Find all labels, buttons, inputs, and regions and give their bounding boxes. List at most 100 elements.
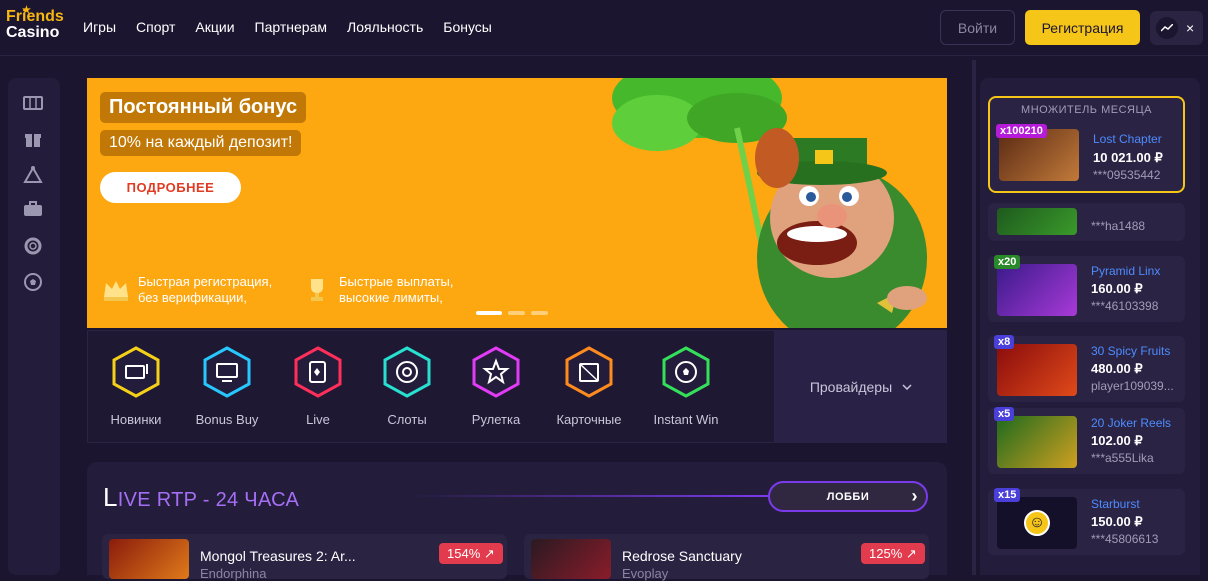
category-card-games[interactable]: Карточные <box>549 346 629 427</box>
win-user: ***a555Lika <box>1091 451 1154 465</box>
game-thumbnail: ☺ <box>997 497 1077 549</box>
multiplier-badge: x20 <box>994 255 1021 269</box>
feature-payouts-line1: Быстрые выплаты, <box>339 274 454 289</box>
category-live-label: Live <box>306 412 330 427</box>
nav-games[interactable]: Игры <box>83 19 116 35</box>
logo-star-icon: ★ <box>22 5 31 16</box>
banner-dot-3[interactable] <box>531 311 548 315</box>
slot-machine-icon <box>112 346 160 398</box>
category-slots-label: Слоты <box>387 412 427 427</box>
main-nav: Игры Спорт Акции Партнерам Лояльность Бо… <box>83 19 492 35</box>
nav-partners[interactable]: Партнерам <box>255 19 327 35</box>
briefcase-icon[interactable] <box>22 201 44 221</box>
gift-icon[interactable] <box>22 130 44 150</box>
feature-payouts: Быстрые выплаты, высокие лимиты, <box>303 274 453 306</box>
banner-more-button[interactable]: ПОДРОБНЕЕ <box>100 172 241 203</box>
live-rtp-title-rest: IVE RTP - 24 ЧАСА <box>117 489 300 511</box>
live-rtp-title: LIVE RTP - 24 ЧАСА <box>103 482 299 513</box>
lobby-button[interactable]: ЛОББИ › <box>768 481 928 512</box>
category-card-games-label: Карточные <box>556 412 622 427</box>
ball-icon <box>662 346 710 398</box>
lifebuoy-icon[interactable] <box>22 237 44 257</box>
smiley-icon: ☺ <box>1024 510 1050 536</box>
live-rtp-section: LIVE RTP - 24 ЧАСА ЛОББИ › Mongol Treasu… <box>87 462 947 581</box>
top-header: ★ Friends Casino Игры Спорт Акции Партне… <box>0 0 1208 56</box>
win-amount: 150.00 ₽ <box>1091 514 1143 529</box>
win-game-name[interactable]: Starburst <box>1091 497 1140 511</box>
nav-promos[interactable]: Акции <box>195 19 234 35</box>
nav-sport[interactable]: Спорт <box>136 19 175 35</box>
cards-icon <box>294 346 342 398</box>
game-thumbnail <box>109 539 189 579</box>
login-button[interactable]: Войти <box>940 10 1015 45</box>
category-bonus-buy[interactable]: Bonus Buy <box>187 346 267 427</box>
month-multiplier-card[interactable]: МНОЖИТЕЛЬ МЕСЯЦА x100210 Lost Chapter 10… <box>988 96 1185 193</box>
nav-loyalty[interactable]: Лояльность <box>347 19 423 35</box>
win-user: player109039... <box>1091 379 1174 393</box>
win-game-name[interactable]: 20 Joker Reels <box>1091 416 1171 430</box>
banner-dot-1[interactable] <box>476 311 502 315</box>
banner-pagination <box>476 311 548 315</box>
banner-subtitle: 10% на каждый депозит! <box>100 130 302 156</box>
tv-icon <box>203 346 251 398</box>
win-amount: 10 021.00 ₽ <box>1093 150 1163 165</box>
category-new-label: Новинки <box>110 412 162 427</box>
game-provider: Endorphina <box>200 566 267 581</box>
multiplier-badge: x5 <box>994 407 1015 421</box>
win-user: ***45806613 <box>1091 532 1159 546</box>
close-icon[interactable]: × <box>1186 20 1194 36</box>
win-game-name[interactable]: Lost Chapter <box>1093 132 1162 146</box>
win-card[interactable]: x5 20 Joker Reels 102.00 ₽ ***a555Lika <box>988 407 1185 474</box>
chevron-down-icon <box>902 383 912 390</box>
banner-dot-2[interactable] <box>508 311 525 315</box>
feature-registration-line1: Быстрая регистрация, <box>138 274 273 289</box>
nav-bonuses[interactable]: Бонусы <box>443 19 492 35</box>
game-name: Redrose Sanctuary <box>622 548 742 564</box>
win-amount: 480.00 ₽ <box>1091 361 1143 376</box>
site-logo[interactable]: ★ Friends Casino <box>6 5 64 47</box>
win-user: ***09535442 <box>1093 168 1161 182</box>
win-card[interactable]: ☺ x15 Starburst 150.00 ₽ ***45806613 <box>988 488 1185 555</box>
feature-payouts-line2: высокие лимиты, <box>339 290 443 305</box>
multiplier-badge: x15 <box>994 488 1021 502</box>
rtp-game-card[interactable]: Mongol Treasures 2: Ar... Endorphina 154… <box>102 534 507 581</box>
register-button[interactable]: Регистрация <box>1025 10 1140 45</box>
win-card[interactable]: ***ha1488 <box>988 203 1185 241</box>
category-bonus-buy-label: Bonus Buy <box>195 412 259 427</box>
soccer-ball-icon[interactable] <box>22 273 44 293</box>
cup-icon[interactable] <box>22 165 44 186</box>
game-thumbnail <box>997 416 1077 468</box>
win-card[interactable]: x8 30 Spicy Fruits 480.00 ₽ player109039… <box>988 335 1185 402</box>
page-scrollbar[interactable] <box>972 60 976 575</box>
slots-icon[interactable] <box>22 95 44 115</box>
card-deck-icon <box>565 346 613 398</box>
month-multiplier-header: МНОЖИТЕЛЬ МЕСЯЦА <box>1021 104 1152 116</box>
category-live[interactable]: Live <box>278 346 358 427</box>
trend-icon[interactable] <box>1156 17 1178 39</box>
category-roulette[interactable]: Рулетка <box>456 346 536 427</box>
win-game-name[interactable]: 30 Spicy Fruits <box>1091 344 1170 358</box>
star-icon <box>472 346 520 398</box>
category-instant-win-label: Instant Win <box>653 412 719 427</box>
game-thumbnail <box>997 208 1077 235</box>
win-user: ***46103398 <box>1091 299 1159 313</box>
title-divider <box>407 495 769 497</box>
rtp-game-card[interactable]: Redrose Sanctuary Evoplay 125% ↗ <box>524 534 929 581</box>
feature-registration: Быстрая регистрация, без верификации, <box>102 274 272 306</box>
win-game-name[interactable]: Pyramid Linx <box>1091 264 1160 278</box>
wins-panel: МНОЖИТЕЛЬ МЕСЯЦА x100210 Lost Chapter 10… <box>980 78 1200 575</box>
providers-label: Провайдеры <box>809 378 893 395</box>
category-new[interactable]: Новинки <box>96 346 176 427</box>
stats-widget[interactable]: × <box>1150 11 1203 45</box>
multiplier-badge: x8 <box>994 335 1015 349</box>
win-card[interactable]: x20 Pyramid Linx 160.00 ₽ ***46103398 <box>988 255 1185 322</box>
rtp-percent-badge: 154% ↗ <box>439 543 503 564</box>
category-slots[interactable]: Слоты <box>367 346 447 427</box>
banner-title: Постоянный бонус <box>100 92 307 123</box>
feature-registration-line2: без верификации, <box>138 290 248 305</box>
category-instant-win[interactable]: Instant Win <box>646 346 726 427</box>
logo-text-bottom: Casino <box>6 24 60 41</box>
promo-banner[interactable]: Постоянный бонус 10% на каждый депозит! … <box>87 78 947 328</box>
providers-dropdown[interactable]: Провайдеры <box>775 330 947 443</box>
arrow-up-right-icon: ↗ <box>483 545 495 561</box>
